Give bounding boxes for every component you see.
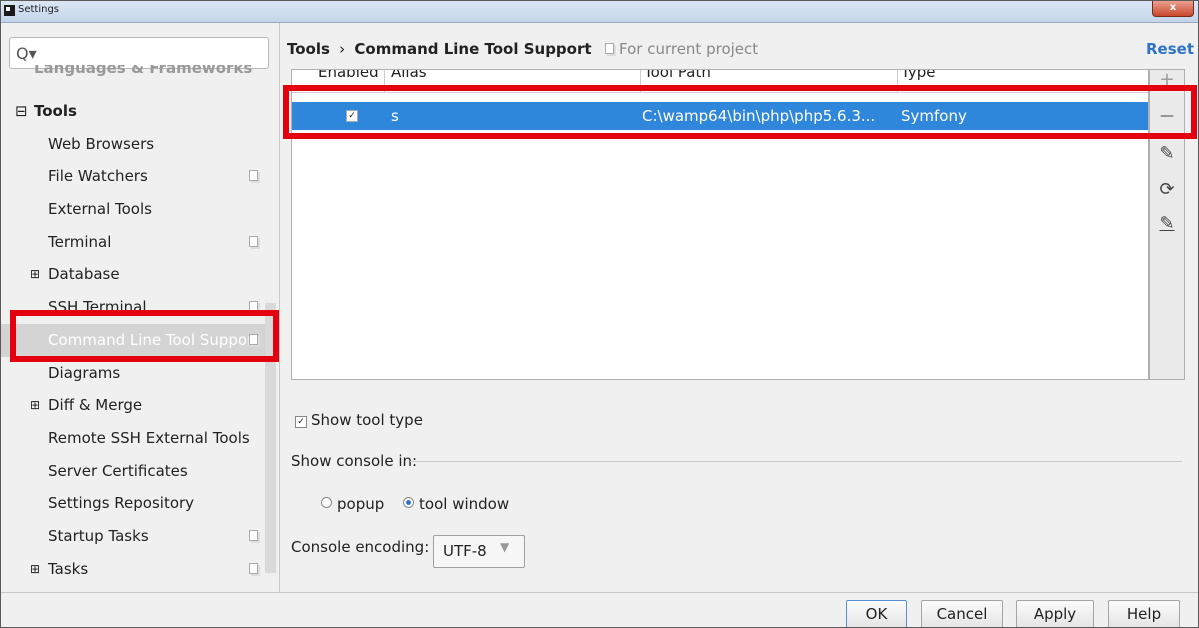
- tree-collapse-icon[interactable]: ⊟: [15, 102, 28, 120]
- sidebar-item-label: Diff & Merge: [48, 396, 143, 415]
- dialog-button-bar: OK Cancel Apply Help: [1, 592, 1198, 627]
- scope-label: For current project: [619, 40, 759, 58]
- project-scope-icon: [249, 170, 258, 182]
- highlight-box-table-row: [283, 85, 1197, 139]
- reset-link[interactable]: Reset: [1146, 40, 1194, 58]
- tool-window-label: tool window: [419, 495, 510, 513]
- project-scope-icon: [249, 529, 258, 541]
- highlight-box-sidebar-item: [10, 310, 279, 362]
- sidebar-section-label: Tools: [34, 102, 77, 120]
- sidebar-item-label: File Watchers: [48, 167, 148, 186]
- help-button[interactable]: Help: [1108, 600, 1180, 627]
- column-header-type[interactable]: Type: [901, 70, 935, 83]
- reload-icon[interactable]: ⟳: [1157, 180, 1177, 200]
- sidebar-item-startup-tasks[interactable]: Startup Tasks: [1, 520, 279, 553]
- show-tool-type-option[interactable]: ✓ Show tool type: [295, 411, 423, 429]
- sidebar-item-terminal[interactable]: Terminal: [1, 226, 279, 259]
- sidebar-item-label: Diagrams: [48, 363, 121, 382]
- chevron-down-icon: ▼: [500, 540, 510, 554]
- edit-definition-icon[interactable]: ✎: [1157, 214, 1177, 234]
- console-encoding-label: Console encoding:: [291, 538, 430, 556]
- popup-radio[interactable]: [321, 497, 332, 508]
- settings-sidebar: Q▾ Languages & Frameworks ⊟ Tools Web Br…: [1, 23, 280, 593]
- ok-button[interactable]: OK: [846, 600, 907, 627]
- sidebar-item-diff-merge[interactable]: ⊞ Diff & Merge: [1, 389, 279, 422]
- cancel-button[interactable]: Cancel: [921, 600, 1003, 627]
- edit-icon[interactable]: ✎: [1157, 144, 1177, 164]
- sidebar-item-label: Settings Repository: [48, 494, 195, 513]
- sidebar-item-file-watchers[interactable]: File Watchers: [1, 160, 279, 193]
- window-title: Settings: [18, 4, 60, 15]
- sidebar-item-tasks[interactable]: ⊞ Tasks: [1, 553, 279, 586]
- sidebar-item-label: Terminal: [48, 232, 112, 251]
- sidebar-item-settings-repository[interactable]: Settings Repository: [1, 487, 279, 520]
- tree-expand-icon[interactable]: ⊞: [30, 398, 40, 412]
- sidebar-item-external-tools[interactable]: External Tools: [1, 193, 279, 226]
- sidebar-item-remote-ssh-external-tools[interactable]: Remote SSH External Tools: [1, 422, 279, 455]
- show-tool-type-checkbox[interactable]: ✓: [295, 416, 307, 428]
- popup-label: popup: [337, 495, 385, 513]
- popup-option[interactable]: popup: [321, 495, 384, 513]
- page-title: Command Line Tool Support: [354, 40, 592, 58]
- search-icon[interactable]: Q▾: [16, 44, 37, 63]
- section-divider: [410, 461, 1182, 462]
- tool-window-option[interactable]: tool window: [403, 495, 509, 513]
- app-icon: [4, 5, 15, 16]
- sidebar-item-web-browsers[interactable]: Web Browsers: [1, 128, 279, 161]
- console-location-group: popup tool window: [321, 495, 509, 513]
- sidebar-item-label: Database: [48, 265, 120, 284]
- breadcrumb-separator: ›: [339, 40, 346, 58]
- apply-button[interactable]: Apply: [1016, 600, 1094, 627]
- project-scope-icon: [605, 43, 614, 54]
- scope-indicator: For current project: [605, 40, 758, 58]
- project-scope-icon: [249, 235, 258, 247]
- column-header-alias[interactable]: Alias: [391, 70, 427, 83]
- sidebar-item-label: Server Certificates: [48, 461, 188, 480]
- sidebar-item-label: Startup Tasks: [48, 526, 149, 545]
- sidebar-item-languages-frameworks[interactable]: Languages & Frameworks: [34, 65, 252, 79]
- tree-expand-icon[interactable]: ⊞: [30, 562, 40, 576]
- tool-window-radio[interactable]: [403, 497, 415, 508]
- close-button[interactable]: x: [1152, 1, 1194, 17]
- project-scope-icon: [249, 562, 258, 574]
- breadcrumb-root: Tools: [287, 40, 330, 58]
- console-encoding-select[interactable]: UTF-8 ▼: [433, 535, 525, 568]
- column-header-tool-path[interactable]: Tool Path: [644, 70, 711, 83]
- title-bar: Settings x: [1, 1, 1198, 23]
- sidebar-item-label: External Tools: [48, 200, 152, 219]
- show-console-label: Show console in:: [291, 452, 418, 470]
- breadcrumb: Tools › Command Line Tool Support: [287, 40, 592, 58]
- tree-expand-icon[interactable]: ⊞: [30, 267, 40, 281]
- show-tool-type-label: Show tool type: [311, 411, 423, 429]
- sidebar-item-database[interactable]: ⊞ Database: [1, 258, 279, 291]
- column-header-enabled[interactable]: Enabled: [318, 70, 379, 83]
- sidebar-item-label: Remote SSH External Tools: [48, 428, 250, 447]
- sidebar-item-label: Tasks: [48, 559, 89, 578]
- sidebar-item-label: Web Browsers: [48, 134, 155, 153]
- sidebar-section-tools[interactable]: ⊟ Tools: [1, 95, 279, 128]
- sidebar-item-server-certificates[interactable]: Server Certificates: [1, 455, 279, 488]
- encoding-value: UTF-8: [443, 542, 487, 560]
